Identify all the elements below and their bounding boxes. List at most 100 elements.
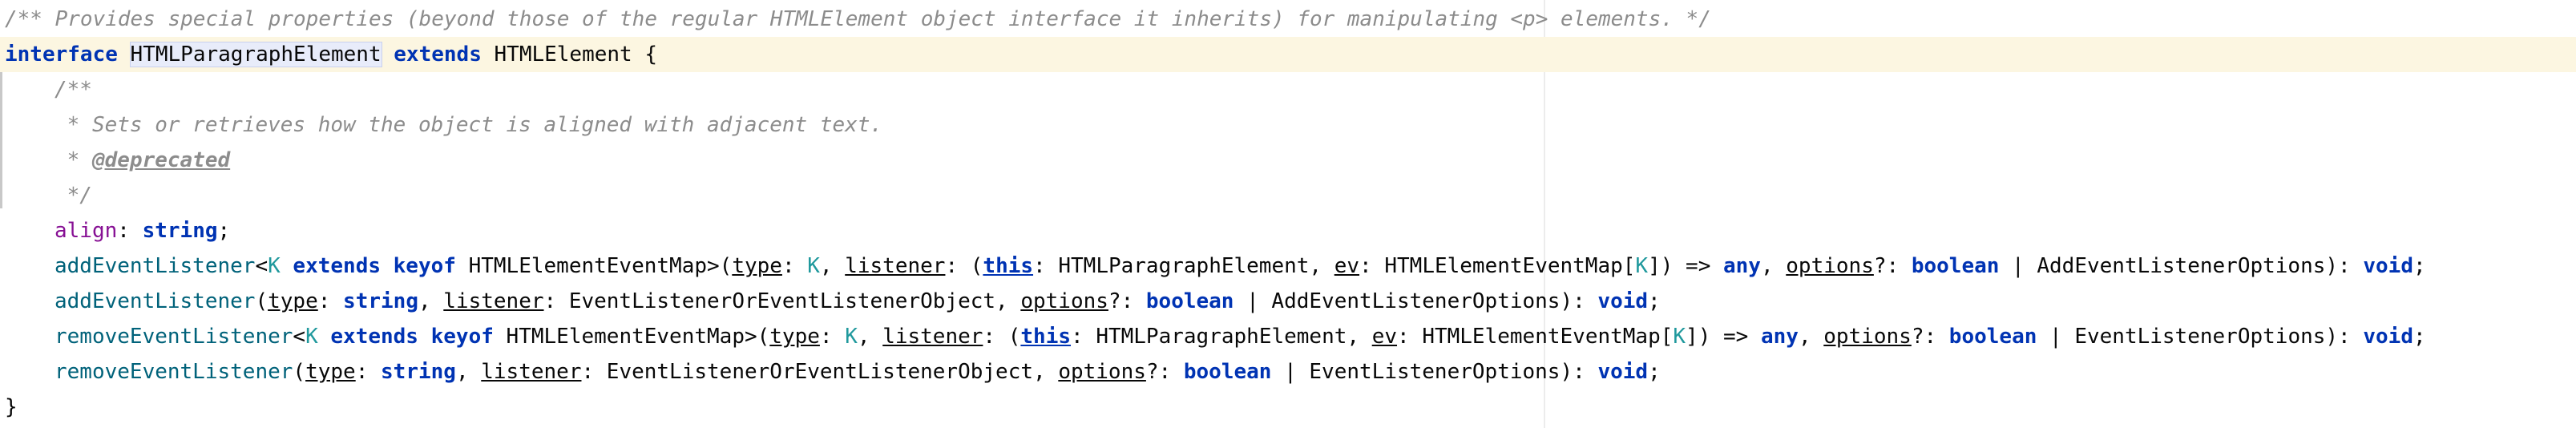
code-token: addEventListener (55, 254, 256, 278)
code-token: this (983, 254, 1034, 278)
code-token: ; (2412, 254, 2426, 278)
code-token: @deprecated (91, 148, 231, 172)
code-token: void (2363, 325, 2413, 349)
code-token: ; (217, 219, 231, 243)
code-token: K (305, 325, 318, 349)
code-token: ?: (1145, 360, 1184, 384)
code-line-remove1[interactable]: removeEventListener<K extends keyof HTML… (0, 319, 2576, 354)
code-token: | EventListenerOptions): (1271, 360, 1598, 384)
code-token: listener (481, 360, 582, 384)
code-token: void (2363, 254, 2413, 278)
code-token: ?: (1911, 325, 1949, 349)
code-line-decl[interactable]: interface HTMLParagraphElement extends H… (0, 37, 2576, 72)
code-token: ; (1648, 360, 1661, 384)
code-line-jsdoc-open[interactable]: /** (0, 72, 2576, 107)
code-token: boolean (1183, 360, 1272, 384)
code-token: : EventListenerOrEventListenerObject, (581, 360, 1059, 384)
code-token: string (343, 289, 418, 313)
code-token: ( (293, 360, 306, 384)
code-line-remove2[interactable]: removeEventListener(type: string, listen… (0, 354, 2576, 390)
code-token: options (1786, 254, 1874, 278)
code-token: ?: (1873, 254, 1912, 278)
code-token: K (1635, 254, 1649, 278)
code-token: options (1058, 360, 1146, 384)
code-token: K (1673, 325, 1686, 349)
code-token: , (1760, 254, 1787, 278)
code-token: keyof (393, 254, 456, 278)
code-token: ev (1371, 325, 1398, 349)
code-token: K (268, 254, 281, 278)
code-token: void (1597, 289, 1649, 313)
code-token: : EventListenerOrEventListenerObject, (543, 289, 1021, 313)
code-token: options (1823, 325, 1912, 349)
code-token: this (1020, 325, 1072, 349)
code-token: * Sets or retrieves how the object is al… (55, 113, 883, 137)
code-token: * (55, 148, 92, 172)
code-token: interface (5, 42, 118, 67)
code-token: } (5, 395, 18, 419)
code-token: ]) => (1686, 325, 1761, 349)
code-line-jsdoc-desc[interactable]: * Sets or retrieves how the object is al… (0, 107, 2576, 143)
code-token: : (355, 360, 382, 384)
code-token: : ( (945, 254, 983, 278)
code-token: HTMLElement { (481, 42, 658, 67)
code-token: keyof (430, 325, 494, 349)
code-token: boolean (1145, 289, 1234, 313)
code-token: , (1798, 325, 1824, 349)
code-token: ]) => (1648, 254, 1723, 278)
code-token: removeEventListener (55, 360, 293, 384)
code-token: K (807, 254, 820, 278)
code-token: align (55, 219, 118, 243)
code-line-add1[interactable]: addEventListener<K extends keyof HTMLEle… (0, 248, 2576, 284)
code-token: addEventListener (55, 289, 256, 313)
code-token: K (845, 325, 858, 349)
code-token: , (857, 325, 883, 349)
code-line-align[interactable]: align: string; (0, 213, 2576, 248)
code-token: , (418, 289, 444, 313)
code-line-jsdoc-close[interactable]: */ (0, 178, 2576, 213)
code-line-add2[interactable]: addEventListener(type: string, listener:… (0, 284, 2576, 319)
code-token: /** Provides special properties (beyond … (5, 7, 1711, 31)
code-token: removeEventListener (55, 325, 293, 349)
code-token: : (819, 325, 846, 349)
code-token: : HTMLElementEventMap[ (1397, 325, 1674, 349)
code-token: type (305, 360, 356, 384)
code-line-close[interactable]: } (0, 390, 2576, 425)
code-token: : ( (983, 325, 1021, 349)
code-token: ev (1334, 254, 1360, 278)
code-token: HTMLParagraphElement (129, 42, 382, 67)
code-token: , (455, 360, 482, 384)
code-token: void (1597, 360, 1649, 384)
code-token: string (142, 219, 218, 243)
code-token: : (117, 219, 143, 243)
code-line-jsdoc-tag[interactable]: * @deprecated (0, 143, 2576, 178)
code-lines[interactable]: /** Provides special properties (beyond … (0, 2, 2576, 425)
code-token: options (1020, 289, 1108, 313)
code-token: HTMLElementEventMap>( (493, 325, 770, 349)
code-editor[interactable]: /** Provides special properties (beyond … (0, 0, 2576, 428)
code-token: HTMLElementEventMap>( (455, 254, 733, 278)
code-token: | EventListenerOptions): (2037, 325, 2364, 349)
code-token: < (293, 325, 306, 349)
code-token: listener (845, 254, 946, 278)
code-token: type (769, 325, 820, 349)
code-token: : (317, 289, 344, 313)
code-token: boolean (1948, 325, 2037, 349)
code-token: < (255, 254, 269, 278)
code-token: type (732, 254, 782, 278)
code-line-doc[interactable]: /** Provides special properties (beyond … (0, 2, 2576, 37)
code-token: : HTMLParagraphElement, (1071, 325, 1372, 349)
code-token: ( (255, 289, 269, 313)
code-token: string (381, 360, 456, 384)
code-token: extends (293, 254, 381, 278)
code-token: /** (55, 78, 92, 102)
code-token: listener (443, 289, 544, 313)
code-token: type (268, 289, 318, 313)
code-token: extends (394, 42, 482, 67)
code-token: listener (882, 325, 983, 349)
